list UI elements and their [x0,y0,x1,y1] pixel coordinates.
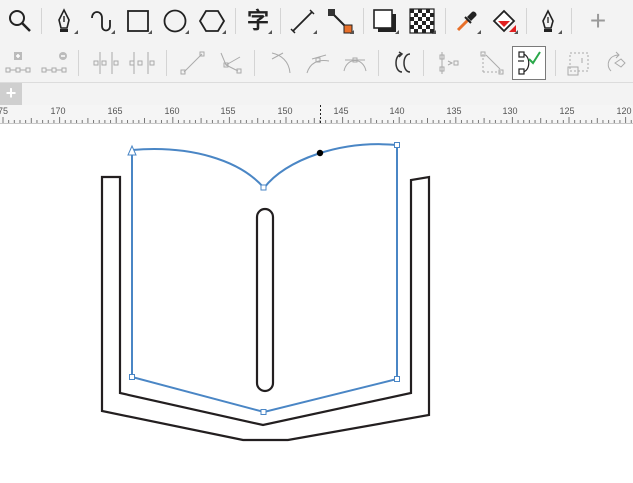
to-curve-icon[interactable] [264,46,298,80]
delete-node-icon[interactable] [37,46,71,80]
pen-nib-tool-icon[interactable] [531,4,565,38]
selected-page-path[interactable] [131,143,398,414]
eyedropper-tool-icon[interactable] [450,4,484,38]
node-handle[interactable] [394,142,400,148]
pen-tool-icon[interactable] [47,4,81,38]
node-handle[interactable] [260,184,267,191]
add-document-tab-button[interactable]: + [0,83,22,105]
ruler-label: 130 [502,106,518,116]
document-tabs: + [0,83,633,105]
main-toolbar: 字 + [0,0,633,43]
break-node-icon[interactable] [125,46,159,80]
book-cover-outline[interactable] [100,175,431,442]
ellipse-tool-icon[interactable] [158,4,192,38]
ruler-label: 160 [164,106,180,116]
horizontal-ruler: 75 170 165 160 155 150 145 140 135 130 1… [0,105,633,124]
artwork [100,142,431,442]
smooth-node-icon[interactable] [338,46,372,80]
ruler-label: 165 [107,106,123,116]
ruler-label: 125 [559,106,575,116]
ruler-label: 120 [616,106,632,116]
add-node-icon[interactable] [1,46,35,80]
rectangle-tool-icon[interactable] [121,4,155,38]
cusp-node-icon[interactable] [301,46,335,80]
node-handle[interactable] [394,376,400,382]
to-line-icon[interactable] [176,46,210,80]
ruler-label: 170 [50,106,66,116]
fill-tool-icon[interactable] [487,4,521,38]
close-curve-icon[interactable] [475,46,509,80]
ruler-label: 155 [220,106,236,116]
node-handle[interactable] [129,374,135,380]
bookmark-shape[interactable] [255,207,275,393]
drawing-canvas[interactable] [0,124,633,483]
transparency-tool-icon[interactable] [405,4,439,38]
extend-curve-icon[interactable] [431,46,465,80]
ruler-label: 140 [389,106,405,116]
connector-tool-icon[interactable] [323,4,357,38]
add-tool-icon[interactable]: + [581,4,615,38]
rotate-nodes-icon[interactable] [598,46,632,80]
line-tool-icon[interactable] [286,4,320,38]
ruler-label: 145 [333,106,349,116]
spiro-tool-icon[interactable] [84,4,118,38]
property-bar [0,42,633,83]
ruler-label: 135 [446,106,462,116]
polygon-tool-icon[interactable] [195,4,229,38]
node-handle[interactable] [260,409,267,415]
ruler-ticks [2,105,632,123]
join-nodes-icon[interactable] [89,46,123,80]
ruler-label: 150 [277,106,293,116]
line-segment-icon[interactable] [213,46,247,80]
zoom-tool-icon[interactable] [3,4,37,38]
reverse-direction-icon[interactable] [385,46,419,80]
shadow-tool-icon[interactable] [368,4,402,38]
auto-close-curve-icon[interactable] [512,46,546,80]
selection-bounds-icon[interactable] [561,46,595,80]
ruler-label: 75 [0,106,9,116]
curve-point-handle[interactable] [316,149,324,157]
text-tool-icon[interactable]: 字 [241,4,275,38]
